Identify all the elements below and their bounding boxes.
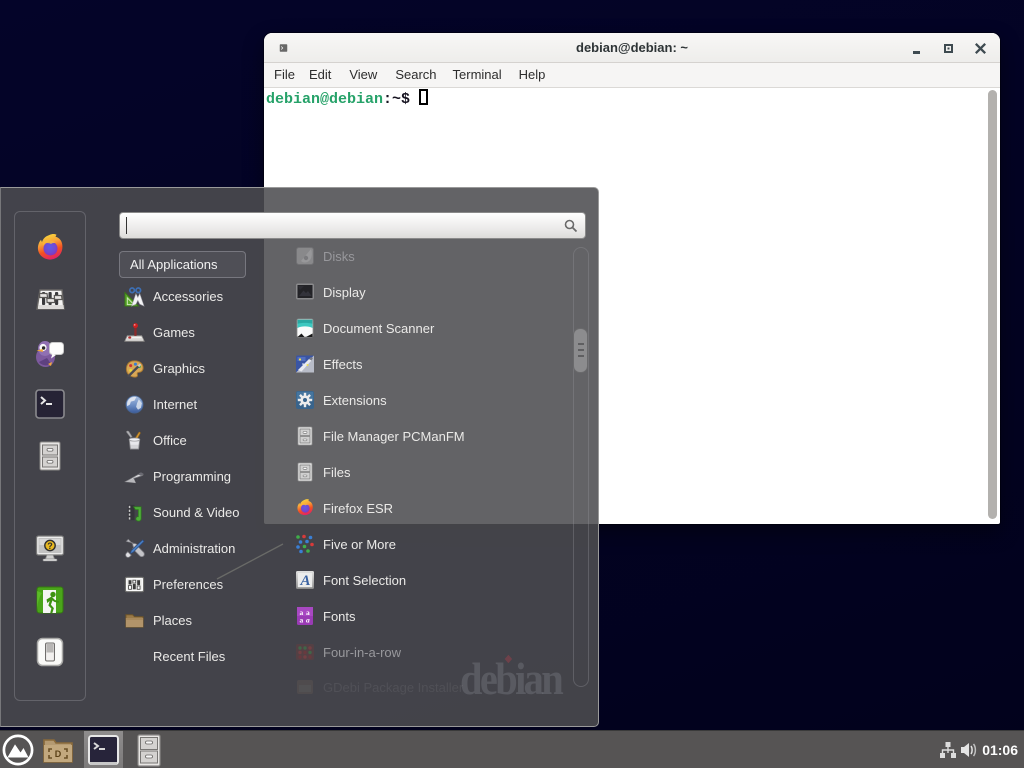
svg-text:a: a bbox=[306, 616, 310, 625]
svg-text:D: D bbox=[55, 749, 62, 759]
svg-text:a: a bbox=[300, 616, 304, 625]
svg-text:?: ? bbox=[47, 541, 53, 551]
svg-text:A: A bbox=[299, 573, 310, 589]
